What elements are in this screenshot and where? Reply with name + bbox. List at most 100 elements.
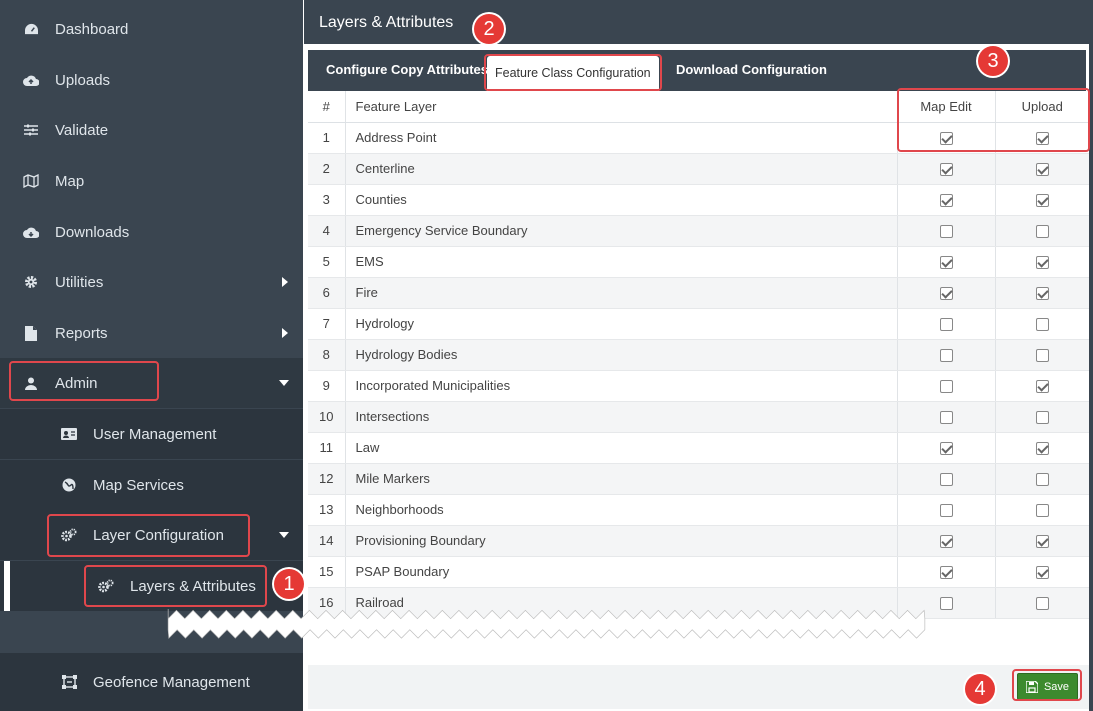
row-number: 3 — [308, 184, 346, 216]
upload-cell — [994, 525, 1089, 557]
feature-layer-name: Incorporated Municipalities — [345, 370, 897, 402]
sidebar-item-admin[interactable]: Admin — [0, 358, 303, 408]
sidebar-item-layer-configuration[interactable]: Layer Configuration — [0, 510, 303, 560]
tab-configure-copy-attributes[interactable]: Configure Copy Attributes — [326, 62, 488, 77]
table-row: 5 EMS — [308, 246, 1089, 278]
row-number: 14 — [308, 525, 346, 557]
map-edit-checkbox[interactable] — [939, 442, 953, 456]
column-header-map-edit: Map Edit — [896, 91, 995, 123]
upload-checkbox[interactable] — [1035, 287, 1049, 301]
map-edit-checkbox[interactable] — [939, 504, 953, 518]
feature-layer-name: Hydrology Bodies — [345, 339, 897, 371]
sidebar-item-geofence-management[interactable]: Geofence Management — [0, 653, 303, 711]
gears-icon — [98, 578, 114, 594]
sidebar-item-reports[interactable]: Reports — [0, 308, 303, 358]
upload-checkbox[interactable] — [1035, 256, 1049, 270]
sidebar-item-validate[interactable]: Validate — [0, 105, 303, 155]
upload-checkbox[interactable] — [1035, 411, 1049, 425]
map-edit-cell — [896, 184, 995, 216]
row-number: 6 — [308, 277, 346, 309]
sidebar-item-uploads[interactable]: Uploads — [0, 55, 303, 105]
page-title: Layers & Attributes — [319, 14, 454, 31]
upload-checkbox[interactable] — [1035, 132, 1049, 146]
map-edit-checkbox[interactable] — [939, 287, 953, 301]
sidebar-item-label: Reports — [55, 324, 108, 342]
row-number: 2 — [308, 153, 346, 185]
upload-checkbox[interactable] — [1035, 380, 1049, 394]
table-row: 3 Counties — [308, 184, 1089, 216]
feature-layer-name: Provisioning Boundary — [345, 525, 897, 557]
sidebar-item-dashboard[interactable]: Dashboard — [0, 4, 303, 54]
sidebar-item-label: Validate — [55, 121, 109, 139]
upload-checkbox[interactable] — [1035, 349, 1049, 363]
feature-layer-name: PSAP Boundary — [345, 556, 897, 588]
user-icon — [23, 375, 39, 391]
row-number: 7 — [308, 308, 346, 340]
feature-layer-name: Counties — [345, 184, 897, 216]
sidebar-item-map[interactable]: Map — [0, 156, 303, 206]
map-edit-checkbox[interactable] — [939, 349, 953, 363]
upload-checkbox[interactable] — [1035, 318, 1049, 332]
sidebar-item-downloads[interactable]: Downloads — [0, 207, 303, 257]
map-edit-checkbox[interactable] — [939, 163, 953, 177]
map-edit-checkbox[interactable] — [939, 566, 953, 580]
upload-checkbox[interactable] — [1035, 473, 1049, 487]
map-edit-checkbox[interactable] — [939, 473, 953, 487]
sidebar-item-label: Layer Configuration — [93, 526, 224, 544]
tab-feature-class-configuration[interactable]: Feature Class Configuration — [487, 56, 659, 92]
sidebar-item-label: Layers & Attributes — [130, 577, 256, 595]
map-edit-checkbox[interactable] — [939, 225, 953, 239]
map-edit-checkbox[interactable] — [939, 597, 953, 611]
gears-icon — [61, 527, 77, 543]
sidebar-item-user-management[interactable]: User Management — [0, 409, 303, 459]
map-edit-cell — [896, 153, 995, 185]
upload-checkbox[interactable] — [1035, 163, 1049, 177]
file-icon — [23, 325, 39, 341]
table-row: 4 Emergency Service Boundary — [308, 215, 1089, 247]
table-row: 15 PSAP Boundary — [308, 556, 1089, 588]
feature-layer-name: Emergency Service Boundary — [345, 215, 897, 247]
map-edit-cell — [896, 246, 995, 278]
map-edit-cell — [896, 432, 995, 464]
upload-checkbox[interactable] — [1035, 566, 1049, 580]
map-edit-cell — [896, 401, 995, 433]
map-edit-cell — [896, 463, 995, 495]
sidebar-item-layers-attributes[interactable]: Layers & Attributes — [0, 561, 303, 611]
sidebar-item-utilities[interactable]: Utilities — [0, 257, 303, 307]
sidebar-item-label: Admin — [55, 374, 98, 392]
feature-layer-name: Centerline — [345, 153, 897, 185]
feature-layer-name: Fire — [345, 277, 897, 309]
map-edit-checkbox[interactable] — [939, 411, 953, 425]
window-frame — [1089, 0, 1093, 711]
upload-checkbox[interactable] — [1035, 194, 1049, 208]
map-edit-checkbox[interactable] — [939, 132, 953, 146]
upload-checkbox[interactable] — [1035, 442, 1049, 456]
table-row: 16 Railroad — [308, 587, 1089, 619]
table-row: 9 Incorporated Municipalities — [308, 370, 1089, 402]
tab-download-configuration[interactable]: Download Configuration — [676, 62, 827, 77]
upload-checkbox[interactable] — [1035, 597, 1049, 611]
upload-cell — [994, 556, 1089, 588]
upload-cell — [994, 122, 1089, 154]
callout-badge-3: 3 — [978, 46, 1008, 76]
row-number: 9 — [308, 370, 346, 402]
callout-badge-1: 1 — [274, 569, 304, 599]
table-row: 10 Intersections — [308, 401, 1089, 433]
save-button[interactable]: Save — [1017, 673, 1078, 700]
map-edit-checkbox[interactable] — [939, 194, 953, 208]
upload-checkbox[interactable] — [1035, 225, 1049, 239]
row-number: 8 — [308, 339, 346, 371]
chevron-right-icon — [282, 277, 288, 287]
sidebar-item-map-services[interactable]: Map Services — [0, 460, 303, 510]
map-edit-checkbox[interactable] — [939, 256, 953, 270]
upload-checkbox[interactable] — [1035, 535, 1049, 549]
upload-cell — [994, 153, 1089, 185]
globe-icon — [61, 477, 77, 493]
table-body: 1 Address Point 2 Centerline 3 Counties 4 Emerg… — [308, 122, 1089, 619]
map-edit-checkbox[interactable] — [939, 535, 953, 549]
upload-cell — [994, 184, 1089, 216]
map-edit-checkbox[interactable] — [939, 380, 953, 394]
upload-checkbox[interactable] — [1035, 504, 1049, 518]
table-row: 1 Address Point — [308, 122, 1089, 154]
map-edit-checkbox[interactable] — [939, 318, 953, 332]
